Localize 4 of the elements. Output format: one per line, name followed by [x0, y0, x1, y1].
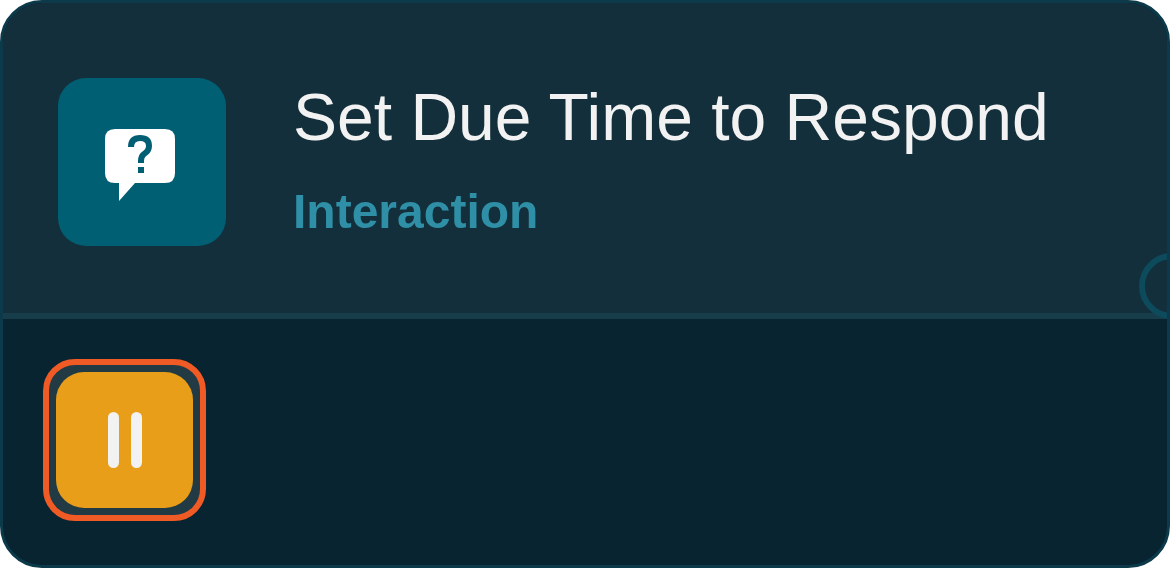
question-bubble-icon: [58, 78, 226, 246]
node-category: Interaction: [293, 188, 540, 236]
pause-icon: [107, 412, 142, 468]
pause-button[interactable]: [43, 359, 206, 521]
